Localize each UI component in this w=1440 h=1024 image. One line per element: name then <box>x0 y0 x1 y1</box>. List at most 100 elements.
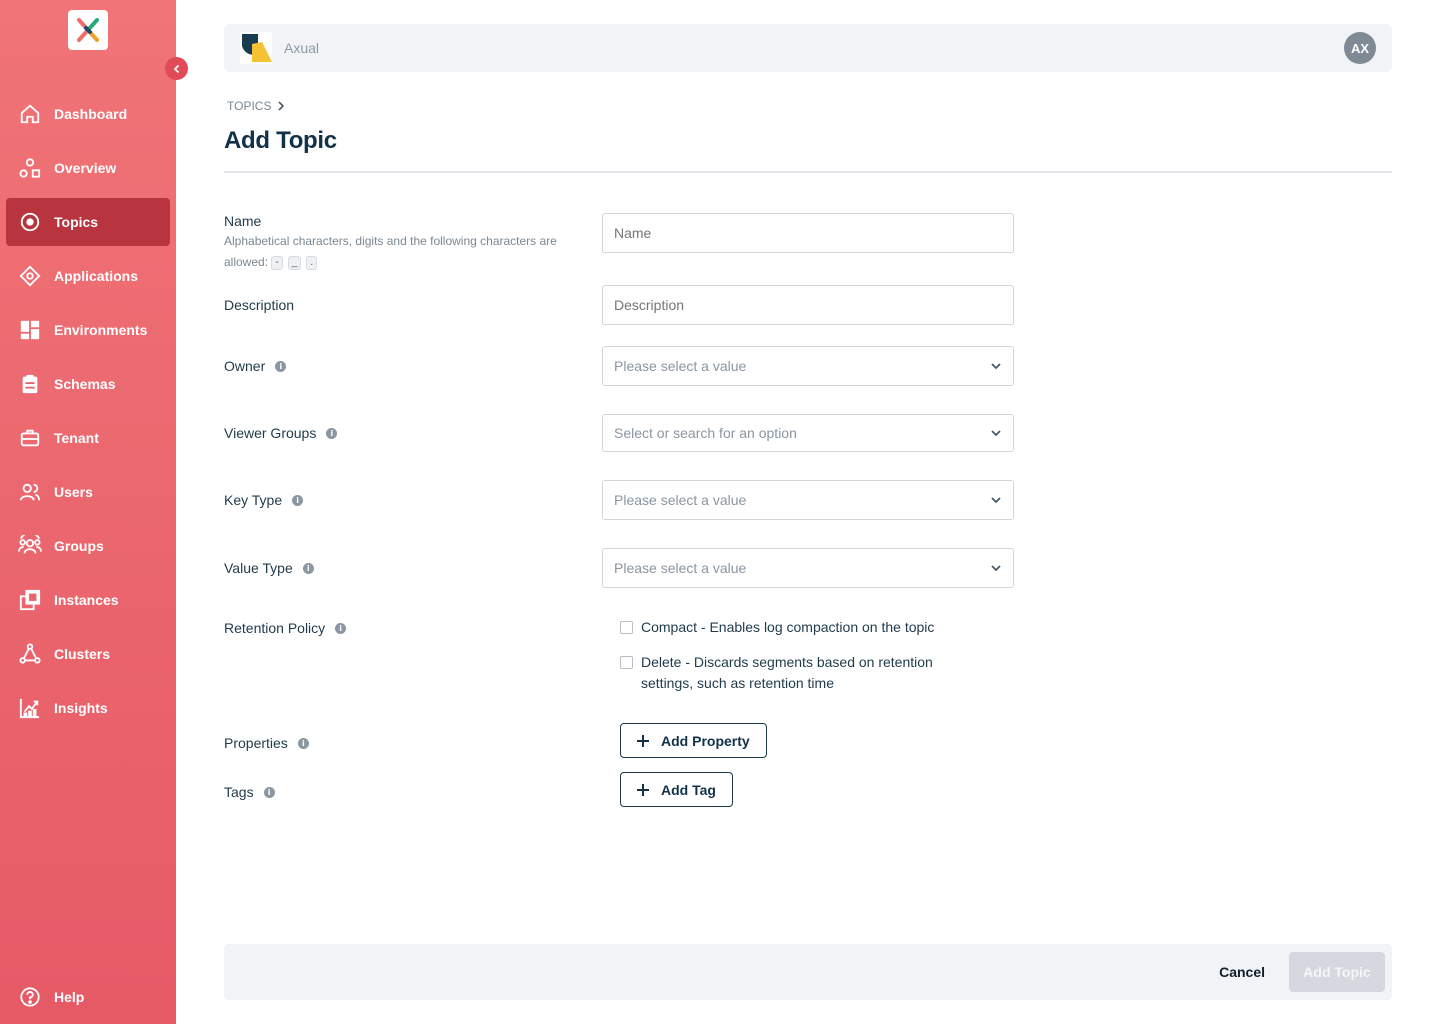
sidebar-item-label: Tenant <box>54 430 99 446</box>
sidebar-item-label: Clusters <box>54 646 111 662</box>
description-input[interactable] <box>602 285 1014 325</box>
groups-icon <box>18 534 42 558</box>
name-hint: Alphabetical characters, digits and the … <box>224 231 569 273</box>
compact-checkbox[interactable] <box>620 621 633 634</box>
app-logo[interactable] <box>68 10 108 50</box>
sidebar: Dashboard Overview Topics Applications E… <box>0 0 176 1024</box>
sidebar-item-label: Overview <box>54 160 117 176</box>
info-icon[interactable]: i <box>335 622 347 634</box>
chevron-down-icon <box>991 430 1001 437</box>
chevron-down-icon <box>991 565 1001 572</box>
sidebar-collapse-button[interactable] <box>165 57 188 80</box>
axual-x-logo-icon <box>77 18 99 42</box>
tags-label: Tags i <box>224 784 275 800</box>
title-divider <box>224 171 1392 173</box>
name-input[interactable] <box>602 213 1014 253</box>
applications-icon <box>18 264 42 288</box>
value-type-label: Value Type i <box>224 560 314 576</box>
key-type-select-placeholder: Please select a value <box>614 492 747 508</box>
delete-checkbox[interactable] <box>620 656 633 669</box>
name-label-text: Name <box>224 213 262 229</box>
chevron-left-icon <box>173 64 179 73</box>
tags-label-text: Tags <box>224 784 254 800</box>
viewer-groups-select[interactable]: Select or search for an option <box>602 414 1014 452</box>
breadcrumb[interactable]: TOPICS <box>227 99 285 113</box>
help-icon <box>18 985 42 1009</box>
owner-select[interactable]: Please select a value <box>602 346 1014 386</box>
sidebar-item-instances[interactable]: Instances <box>6 576 170 624</box>
sidebar-help: Help <box>6 973 170 1024</box>
page-title: Add Topic <box>224 127 337 154</box>
overview-icon <box>18 156 42 180</box>
info-icon[interactable]: i <box>263 786 275 798</box>
sidebar-item-label: Insights <box>54 700 108 716</box>
sidebar-item-environments[interactable]: Environments <box>6 306 170 354</box>
home-icon <box>18 102 42 126</box>
info-icon[interactable]: i <box>326 427 338 439</box>
key-type-select[interactable]: Please select a value <box>602 480 1014 520</box>
sidebar-item-clusters[interactable]: Clusters <box>6 630 170 678</box>
sidebar-nav: Dashboard Overview Topics Applications E… <box>6 90 170 738</box>
sidebar-item-topics[interactable]: Topics <box>6 198 170 246</box>
info-icon[interactable]: i <box>275 360 287 372</box>
owner-select-placeholder: Please select a value <box>614 358 747 374</box>
plus-icon <box>637 783 649 796</box>
environments-icon <box>18 318 42 342</box>
sidebar-item-tenant[interactable]: Tenant <box>6 414 170 462</box>
info-icon[interactable]: i <box>292 494 304 506</box>
viewer-groups-select-placeholder: Select or search for an option <box>614 425 797 441</box>
viewer-groups-label-text: Viewer Groups <box>224 425 317 441</box>
tenant-name: Axual <box>284 40 320 56</box>
value-type-select[interactable]: Please select a value <box>602 548 1014 588</box>
sidebar-item-label: Topics <box>54 214 99 230</box>
description-label-text: Description <box>224 297 295 313</box>
retention-compact-option[interactable]: Compact - Enables log compaction on the … <box>620 619 981 638</box>
form-footer: Cancel Add Topic <box>224 944 1392 1000</box>
viewer-groups-label: Viewer Groups i <box>224 425 338 441</box>
sidebar-item-label: Environments <box>54 322 148 338</box>
sidebar-item-help[interactable]: Help <box>6 973 170 1021</box>
sidebar-item-applications[interactable]: Applications <box>6 252 170 300</box>
sidebar-item-overview[interactable]: Overview <box>6 144 170 192</box>
chevron-down-icon <box>991 363 1001 370</box>
sidebar-item-label: Users <box>54 484 93 500</box>
info-icon[interactable]: i <box>297 737 309 749</box>
clusters-icon <box>18 642 42 666</box>
instances-icon <box>18 588 42 612</box>
key-type-label: Key Type i <box>224 492 304 508</box>
topics-icon <box>18 210 42 234</box>
tenant-logo-icon <box>240 32 272 64</box>
add-tag-label: Add Tag <box>661 781 716 798</box>
plus-icon <box>637 734 649 747</box>
sidebar-item-label: Instances <box>54 592 119 608</box>
owner-label-text: Owner <box>224 358 266 374</box>
add-property-button[interactable]: Add Property <box>620 723 767 758</box>
tenant-icon <box>18 426 42 450</box>
user-avatar[interactable]: AX <box>1344 32 1376 64</box>
users-icon <box>18 480 42 504</box>
sidebar-item-label: Schemas <box>54 376 116 392</box>
insights-icon <box>18 696 42 720</box>
retention-delete-option[interactable]: Delete - Discards segments based on rete… <box>620 654 971 694</box>
delete-label: Delete - Discards segments based on rete… <box>641 654 933 691</box>
schemas-icon <box>18 372 42 396</box>
properties-label-text: Properties <box>224 735 288 751</box>
sidebar-item-users[interactable]: Users <box>6 468 170 516</box>
sidebar-item-label: Applications <box>54 268 139 284</box>
sidebar-item-groups[interactable]: Groups <box>6 522 170 570</box>
chevron-down-icon <box>991 497 1001 504</box>
breadcrumb-topics[interactable]: TOPICS <box>227 99 271 113</box>
sidebar-item-label: Groups <box>54 538 104 554</box>
add-topic-button[interactable]: Add Topic <box>1289 952 1385 992</box>
cancel-button[interactable]: Cancel <box>1219 964 1265 980</box>
chevron-right-icon <box>278 101 285 111</box>
sidebar-item-schemas[interactable]: Schemas <box>6 360 170 408</box>
sidebar-item-dashboard[interactable]: Dashboard <box>6 90 170 138</box>
info-icon[interactable]: i <box>302 562 314 574</box>
add-tag-button[interactable]: Add Tag <box>620 772 733 807</box>
sidebar-item-label: Dashboard <box>54 106 128 122</box>
properties-label: Properties i <box>224 735 309 751</box>
sidebar-item-insights[interactable]: Insights <box>6 684 170 732</box>
key-type-label-text: Key Type <box>224 492 283 508</box>
owner-label: Owner i <box>224 358 287 374</box>
